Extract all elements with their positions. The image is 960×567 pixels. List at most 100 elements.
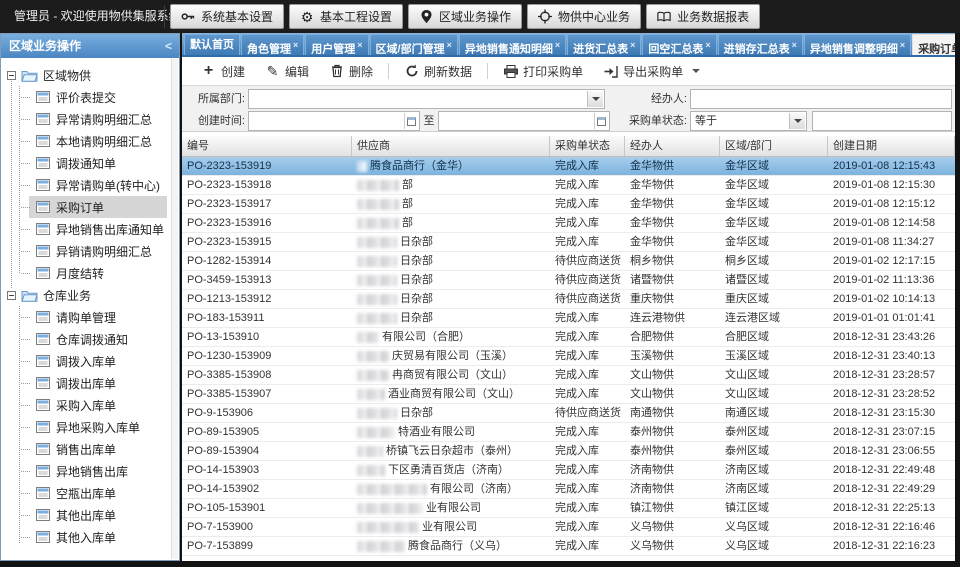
calendar-icon[interactable] <box>404 113 418 129</box>
sidebar-item-采购订单[interactable]: 采购订单 <box>29 196 167 218</box>
status-operator-select[interactable]: 等于 <box>690 111 807 131</box>
sidebar-item-异地销售出库[interactable]: 异地销售出库 <box>29 460 167 482</box>
sidebar-collapse-icon[interactable]: < <box>165 34 172 58</box>
menu-button-label: 系统基本设置 <box>201 8 273 25</box>
table-row[interactable]: PO-89-153904桥镇飞云日杂超市（泰州）完成入库泰州物供泰州区域2018… <box>182 442 955 461</box>
created-to-input[interactable] <box>438 111 610 131</box>
chevron-down-icon[interactable] <box>587 91 603 107</box>
form-icon <box>36 179 50 191</box>
toolbar-button-删除[interactable]: 删除 <box>320 59 382 83</box>
table-row[interactable]: PO-183-153911日杂部完成入库连云港物供连云港区域2019-01-01… <box>182 309 955 328</box>
sidebar-item-异地采购入库单[interactable]: 异地采购入库单 <box>29 416 167 438</box>
handler-input[interactable] <box>690 89 952 109</box>
sidebar-item-其他入库单[interactable]: 其他入库单 <box>29 526 167 544</box>
table-row[interactable]: PO-3385-153908冉商贸有限公司（文山）完成入库文山物供文山区域201… <box>182 366 955 385</box>
tab-默认首页[interactable]: 默认首页 <box>184 34 240 55</box>
table-row[interactable]: PO-2323-153918部完成入库金华物供金华区域2019-01-08 12… <box>182 176 955 195</box>
sidebar-item-异地销售出库通知单[interactable]: 异地销售出库通知单 <box>29 218 167 240</box>
tab-区域/部门管理[interactable]: 区域/部门管理× <box>370 34 458 55</box>
table-row[interactable]: PO-14-153902有限公司（济南）完成入库济南物供济南区域2018-12-… <box>182 480 955 499</box>
sidebar-item-异常请购单(转中心)[interactable]: 异常请购单(转中心) <box>29 174 167 196</box>
menu-button-区域业务操作[interactable]: 区域业务操作 <box>408 4 522 29</box>
sidebar-scrollbar[interactable] <box>171 59 178 559</box>
column-header-编号[interactable]: 编号 <box>182 136 352 156</box>
sidebar-item-异常请购明细汇总[interactable]: 异常请购明细汇总 <box>29 108 167 130</box>
department-select[interactable] <box>248 89 605 109</box>
menu-button-基本工程设置[interactable]: ⚙基本工程设置 <box>289 4 403 29</box>
menu-button-业务数据报表[interactable]: 业务数据报表 <box>646 4 760 29</box>
sidebar-item-空瓶出库单[interactable]: 空瓶出库单 <box>29 482 167 504</box>
toolbar-button-编辑[interactable]: ✎编辑 <box>256 59 318 83</box>
table-row[interactable]: PO-13-153910有限公司（合肥）完成入库合肥物供合肥区域2018-12-… <box>182 328 955 347</box>
tab-close-icon[interactable]: × <box>705 40 710 50</box>
toolbar-button-创建[interactable]: +创建 <box>192 59 254 83</box>
tab-close-icon[interactable]: × <box>293 40 298 50</box>
sidebar-item-调拨入库单[interactable]: 调拨入库单 <box>29 350 167 372</box>
tab-close-icon[interactable]: × <box>900 40 905 50</box>
column-header-供应商[interactable]: 供应商 <box>352 136 550 156</box>
sidebar-item-其他出库单[interactable]: 其他出库单 <box>29 504 167 526</box>
cell-handler: 诸暨物供 <box>625 271 720 289</box>
table-row[interactable]: PO-3459-153913日杂部待供应商送货诸暨物供诸暨区域2019-01-0… <box>182 271 955 290</box>
tab-采购订单[interactable]: 采购订单× <box>912 34 955 55</box>
tab-close-icon[interactable]: × <box>630 40 635 50</box>
sidebar-item-仓库调拨通知[interactable]: 仓库调拨通知 <box>29 328 167 350</box>
sidebar-item-请购单管理[interactable]: 请购单管理 <box>29 306 167 328</box>
table-row[interactable]: PO-2323-153916部完成入库金华物供金华区域2019-01-08 12… <box>182 214 955 233</box>
tab-close-icon[interactable]: × <box>447 40 452 50</box>
table-row[interactable]: PO-105-153901业有限公司完成入库镇江物供镇江区域2018-12-31… <box>182 499 955 518</box>
table-row[interactable]: PO-1282-153914日杂部待供应商送货桐乡物供桐乡区域2019-01-0… <box>182 252 955 271</box>
tab-close-icon[interactable]: × <box>555 40 560 50</box>
cell-region: 泰州区域 <box>720 442 828 460</box>
sidebar-item-异销请购明细汇总[interactable]: 异销请购明细汇总 <box>29 240 167 262</box>
cell-created: 2019-01-02 11:13:36 <box>828 271 955 289</box>
sidebar-item-评价表提交[interactable]: 评价表提交 <box>29 86 167 108</box>
tab-进货汇总表[interactable]: 进货汇总表× <box>567 34 641 55</box>
column-header-经办人[interactable]: 经办人 <box>625 136 720 156</box>
table-row[interactable]: PO-2323-153919腾食品商行（金华）完成入库金华物供金华区域2019-… <box>182 157 955 176</box>
created-from-input[interactable] <box>248 111 420 131</box>
sidebar-item-销售出库单[interactable]: 销售出库单 <box>29 438 167 460</box>
tab-进销存汇总表[interactable]: 进销存汇总表× <box>718 34 803 55</box>
tree-expander-icon[interactable] <box>7 291 16 300</box>
cell-supplier: 业有限公司 <box>352 499 550 517</box>
pin-icon <box>419 10 433 24</box>
toolbar-button-打印采购单[interactable]: 打印采购单 <box>494 59 592 83</box>
tree-expander-icon[interactable] <box>7 71 16 80</box>
tree-group-仓库业务[interactable]: 仓库业务 <box>7 284 167 306</box>
sidebar-item-采购入库单[interactable]: 采购入库单 <box>29 394 167 416</box>
table-row[interactable]: PO-7-153899腾食品商行（义乌）完成入库义乌物供义乌区域2018-12-… <box>182 537 955 556</box>
menu-button-物供中心业务[interactable]: 物供中心业务 <box>527 4 641 29</box>
table-row[interactable]: PO-9-153906日杂部待供应商送货南通物供南通区域2018-12-31 2… <box>182 404 955 423</box>
table-row[interactable]: PO-3385-153907酒业商贸有限公司（文山）完成入库文山物供文山区域20… <box>182 385 955 404</box>
toolbar-button-导出采购单[interactable]: 导出采购单 <box>594 59 709 83</box>
column-header-区域/部门[interactable]: 区域/部门 <box>720 136 828 156</box>
table-row[interactable]: PO-1230-153909庆贸易有限公司（玉溪）完成入库玉溪物供玉溪区域201… <box>182 347 955 366</box>
menu-button-系统基本设置[interactable]: 系统基本设置 <box>170 4 284 29</box>
tab-close-icon[interactable]: × <box>357 40 362 50</box>
status-value-input[interactable] <box>812 111 952 131</box>
tab-异地销售调整明细[interactable]: 异地销售调整明细× <box>804 34 911 55</box>
table-row[interactable]: PO-2323-153917部完成入库金华物供金华区域2019-01-08 12… <box>182 195 955 214</box>
column-header-采购单状态[interactable]: 采购单状态 <box>550 136 625 156</box>
sidebar-item-调拨通知单[interactable]: 调拨通知单 <box>29 152 167 174</box>
sidebar-item-调拨出库单[interactable]: 调拨出库单 <box>29 372 167 394</box>
tree-group-区域物供[interactable]: 区域物供 <box>7 64 167 86</box>
sidebar-item-月度结转[interactable]: 月度结转 <box>29 262 167 284</box>
tab-回空汇总表[interactable]: 回空汇总表× <box>642 34 716 55</box>
calendar-icon[interactable] <box>594 113 608 129</box>
tab-异地销售通知明细[interactable]: 异地销售通知明细× <box>459 34 566 55</box>
table-row[interactable]: PO-14-153903下区勇清百货店（济南）完成入库济南物供济南区域2018-… <box>182 461 955 480</box>
table-row[interactable]: PO-89-153905特酒业有限公司完成入库泰州物供泰州区域2018-12-3… <box>182 423 955 442</box>
column-header-创建日期[interactable]: 创建日期 <box>828 136 955 156</box>
cell-supplier: 有限公司（合肥） <box>352 328 550 346</box>
tab-close-icon[interactable]: × <box>792 40 797 50</box>
table-row[interactable]: PO-2323-153915日杂部完成入库金华物供金华区域2019-01-08 … <box>182 233 955 252</box>
table-row[interactable]: PO-1213-153912日杂部待供应商送货重庆物供重庆区域2019-01-0… <box>182 290 955 309</box>
tab-用户管理[interactable]: 用户管理× <box>305 34 368 55</box>
sidebar-item-本地请购明细汇总[interactable]: 本地请购明细汇总 <box>29 130 167 152</box>
table-row[interactable]: PO-7-153900业有限公司完成入库义乌物供义乌区域2018-12-31 2… <box>182 518 955 537</box>
tab-角色管理[interactable]: 角色管理× <box>241 34 304 55</box>
chevron-down-icon[interactable] <box>789 113 805 129</box>
toolbar-button-刷新数据[interactable]: 刷新数据 <box>395 59 481 83</box>
